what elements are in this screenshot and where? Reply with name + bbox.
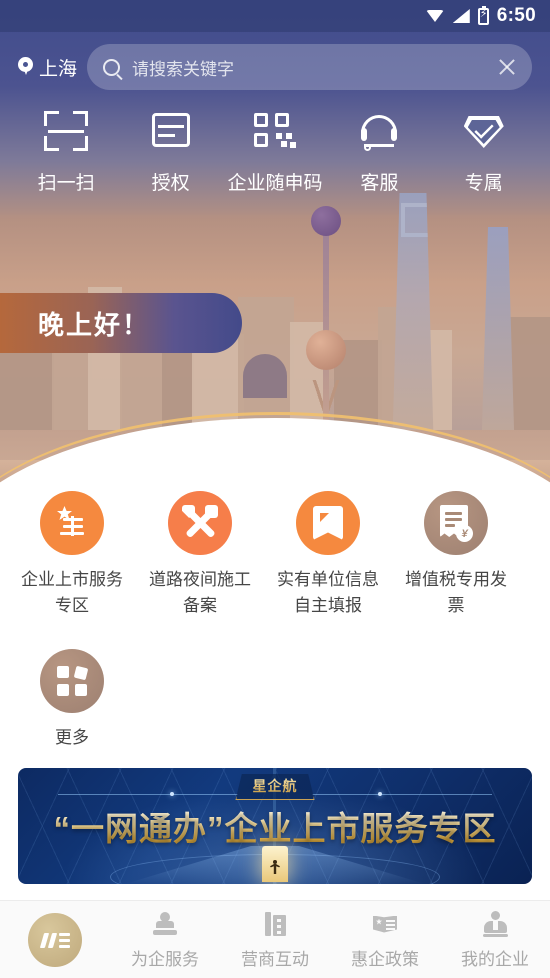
banner-line-left bbox=[58, 794, 238, 795]
banner-badge: 星企航 bbox=[235, 774, 315, 800]
service-item-vat-invoice[interactable]: ¥ 增值税专用发票 bbox=[392, 485, 520, 619]
bottom-tab-bar: 为企服务 营商互动 惠企政策 我的企业 bbox=[0, 900, 550, 978]
service-item-more[interactable]: 更多 bbox=[8, 643, 136, 751]
service-item-unit-report[interactable]: 实有单位信息自主填报 bbox=[264, 485, 392, 619]
tower-jinmao bbox=[392, 193, 434, 455]
status-time: 6:50 bbox=[496, 5, 536, 26]
close-icon[interactable] bbox=[498, 58, 516, 76]
quick-action-qrcode[interactable]: 企业随申码 bbox=[225, 108, 325, 195]
invoice-yuan-icon: ¥ bbox=[424, 491, 488, 555]
greeting-pill: 晚上好！ bbox=[0, 293, 242, 353]
search-icon bbox=[103, 58, 121, 76]
quick-action-authorize[interactable]: 授权 bbox=[121, 108, 221, 195]
tab-enterprise-service[interactable]: 为企服务 bbox=[110, 910, 220, 970]
dome-building bbox=[243, 354, 287, 398]
stamp-icon bbox=[151, 910, 179, 938]
tools-icon bbox=[168, 491, 232, 555]
service-item-label: 企业上市服务专区 bbox=[21, 570, 123, 615]
diamond-exclusive-icon bbox=[460, 108, 508, 156]
policy-book-icon bbox=[371, 910, 399, 938]
document-authorize-icon bbox=[147, 108, 195, 156]
building-icon bbox=[261, 910, 289, 938]
quick-action-row: 扫一扫 授权 企业随申码 客服 专属 bbox=[0, 108, 550, 195]
greeting-text: 晚上好！ bbox=[38, 309, 151, 340]
search-input[interactable]: 请搜索关键字 bbox=[132, 55, 486, 80]
quick-action-scan[interactable]: 扫一扫 bbox=[16, 108, 116, 195]
location-label: 上海 bbox=[39, 58, 78, 80]
tab-label: 为企服务 bbox=[131, 949, 199, 969]
quick-action-label: 客服 bbox=[360, 173, 399, 194]
promo-banner[interactable]: 星企航 “一网通办”企业上市服务专区 bbox=[18, 768, 532, 884]
tab-label: 我的企业 bbox=[461, 949, 529, 969]
tab-label: 营商互动 bbox=[241, 949, 309, 969]
banner-line-right bbox=[312, 794, 492, 795]
service-item-label: 实有单位信息自主填报 bbox=[277, 570, 379, 615]
quick-action-label: 专属 bbox=[464, 173, 503, 194]
star-seal-icon bbox=[40, 491, 104, 555]
location-pin-icon bbox=[18, 57, 33, 77]
tab-my-enterprise[interactable]: 我的企业 bbox=[440, 910, 550, 970]
search-bar[interactable]: 请搜索关键字 bbox=[87, 44, 532, 90]
quick-action-label: 授权 bbox=[151, 173, 190, 194]
quick-action-label: 扫一扫 bbox=[37, 173, 95, 194]
service-item-road-work[interactable]: 道路夜间施工备案 bbox=[136, 485, 264, 619]
quick-action-service[interactable]: 客服 bbox=[329, 108, 429, 195]
scan-icon bbox=[42, 108, 90, 156]
battery-charging-icon bbox=[477, 5, 489, 25]
banner-dot-left bbox=[170, 792, 174, 796]
quick-action-label: 企业随申码 bbox=[227, 173, 323, 194]
user-business-icon bbox=[481, 910, 509, 938]
grid-more-icon bbox=[40, 649, 104, 713]
banner-figure-icon bbox=[269, 860, 281, 876]
bookmark-icon bbox=[296, 491, 360, 555]
qr-code-icon bbox=[251, 108, 299, 156]
tab-business-interaction[interactable]: 营商互动 bbox=[220, 910, 330, 970]
tab-label: 惠企政策 bbox=[351, 949, 419, 969]
tab-policy[interactable]: 惠企政策 bbox=[330, 910, 440, 970]
service-item-label: 更多 bbox=[55, 728, 89, 747]
banner-badge-text: 星企航 bbox=[252, 778, 298, 794]
banner-dot-right bbox=[378, 792, 382, 796]
service-item-label: 增值税专用发票 bbox=[405, 570, 507, 615]
service-item-listing[interactable]: 企业上市服务专区 bbox=[8, 485, 136, 619]
service-item-label: 道路夜间施工备案 bbox=[149, 570, 251, 615]
quick-action-exclusive[interactable]: 专属 bbox=[434, 108, 534, 195]
signal-icon bbox=[452, 9, 470, 23]
headset-service-icon bbox=[355, 108, 403, 156]
status-bar: 6:50 bbox=[0, 0, 550, 32]
location-selector[interactable]: 上海 bbox=[18, 54, 77, 81]
service-grid: 企业上市服务专区 道路夜间施工备案 实有单位信息自主填报 ¥ 增值税专用发票 更… bbox=[0, 485, 550, 775]
search-row: 上海 请搜索关键字 bbox=[0, 40, 550, 94]
wifi-icon bbox=[425, 9, 445, 23]
app-logo-icon bbox=[28, 912, 82, 967]
tab-home[interactable] bbox=[0, 912, 110, 967]
banner-title: “一网通办”企业上市服务专区 bbox=[18, 802, 532, 850]
